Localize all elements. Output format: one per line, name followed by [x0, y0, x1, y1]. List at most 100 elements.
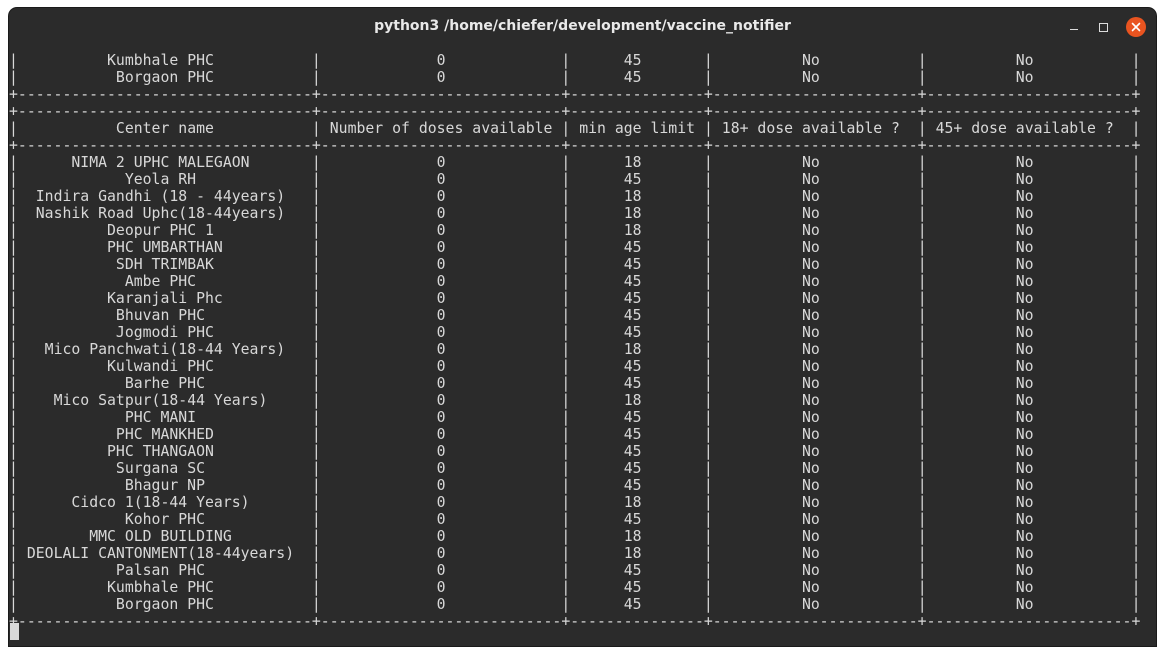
table-cell: 18: [623, 494, 642, 511]
table-cell: Borgaon PHC: [115, 69, 214, 86]
table-cell: No: [801, 52, 820, 69]
table-cell: No: [801, 392, 820, 409]
table-cell: 0: [436, 52, 446, 69]
table-cell: No: [801, 256, 820, 273]
table-cell: No: [801, 154, 820, 171]
table-cell: DEOLALI CANTONMENT(18-44years): [26, 545, 295, 562]
table-cell: 45: [623, 358, 642, 375]
table-cell: 0: [436, 562, 446, 579]
table-cell: PHC THANGAON: [107, 443, 214, 460]
table-cell: No: [1015, 426, 1034, 443]
table-cell: 0: [436, 188, 446, 205]
window-title: python3 /home/chiefer/development/vaccin…: [374, 18, 791, 34]
table-cell: No: [801, 494, 820, 511]
table-cell: 45: [623, 171, 642, 188]
table-cell: No: [801, 460, 820, 477]
title-bar[interactable]: python3 /home/chiefer/development/vaccin…: [9, 8, 1156, 46]
table-row: | Cidco 1(18-44 Years) | 0 | 18 | No | N…: [9, 494, 1141, 511]
minimize-button[interactable]: [1064, 17, 1084, 37]
table-cell: Barhe PHC: [124, 375, 206, 392]
table-cell: 0: [436, 154, 446, 171]
table-cell: 45: [623, 375, 642, 392]
table-row: | Mico Satpur(18-44 Years) | 0 | 18 | No…: [9, 392, 1141, 409]
table-row: | Kohor PHC | 0 | 45 | No | No |: [9, 511, 1141, 528]
table-cell: No: [1015, 596, 1034, 613]
table-cell: No: [801, 426, 820, 443]
table-cell: 0: [436, 358, 446, 375]
table-cell: Mico Satpur(18-44 Years): [53, 392, 268, 409]
table-cell: 45: [623, 477, 642, 494]
table-cell: Kumbhale PHC: [107, 579, 214, 596]
table-cell: 45: [623, 256, 642, 273]
table-row: | Kulwandi PHC | 0 | 45 | No | No |: [9, 358, 1141, 375]
table-cell: No: [1015, 154, 1034, 171]
table-cell: No: [801, 290, 820, 307]
table-cell: 45: [623, 273, 642, 290]
text-cursor: [10, 623, 19, 640]
table-cell: PHC MANKHED: [115, 426, 214, 443]
maximize-button[interactable]: [1093, 17, 1113, 37]
table-cell: 0: [436, 273, 446, 290]
terminal-window: python3 /home/chiefer/development/vaccin…: [9, 8, 1156, 646]
table-cell: 0: [436, 443, 446, 460]
table-row: | Mico Panchwati(18-44 Years) | 0 | 18 |…: [9, 341, 1141, 358]
table-cell: 0: [436, 511, 446, 528]
table-cell: Yeola RH: [124, 171, 197, 188]
table-cell: Nashik Road Uphc(18-44years): [35, 205, 286, 222]
table-cell: 0: [436, 290, 446, 307]
table-header-row: | Center name | Number of doses availabl…: [9, 120, 1141, 137]
table-cell: No: [1015, 375, 1034, 392]
table-cell: 0: [436, 205, 446, 222]
table-cell: Kumbhale PHC: [107, 52, 214, 69]
table-cell: Jogmodi PHC: [115, 324, 214, 341]
table-cell: 0: [436, 171, 446, 188]
table-cell: No: [801, 511, 820, 528]
table-cell: No: [1015, 52, 1034, 69]
table-cell: No: [1015, 307, 1034, 324]
table-border: +---------------------------------+-----…: [9, 137, 1141, 154]
table-cell: 45: [623, 443, 642, 460]
table-cell: No: [801, 477, 820, 494]
table-cell: Deopur PHC 1: [107, 222, 214, 239]
table-cell: No: [1015, 562, 1034, 579]
table-row: | Nashik Road Uphc(18-44years) | 0 | 18 …: [9, 205, 1141, 222]
table-cell: 0: [436, 579, 446, 596]
table-cell: No: [1015, 528, 1034, 545]
table-cell: No: [801, 596, 820, 613]
terminal-output[interactable]: | Kumbhale PHC | 0 | 45 | No | No | | Bor…: [9, 45, 1156, 646]
table-cell: 45: [623, 511, 642, 528]
table-row: | Kumbhale PHC | 0 | 45 | No | No |: [9, 579, 1141, 596]
table-row: | Kumbhale PHC | 0 | 45 | No | No |: [9, 52, 1141, 69]
table-cell: No: [801, 205, 820, 222]
table-cell: 45: [623, 52, 642, 69]
table-cell: 18: [623, 545, 642, 562]
table-cell: No: [1015, 222, 1034, 239]
table-row: | Bhuvan PHC | 0 | 45 | No | No |: [9, 307, 1141, 324]
table-row: | MMC OLD BUILDING | 0 | 18 | No | No |: [9, 528, 1141, 545]
table-cell: MMC OLD BUILDING: [89, 528, 232, 545]
table-row: | PHC MANKHED | 0 | 45 | No | No |: [9, 426, 1141, 443]
table-output: | Kumbhale PHC | 0 | 45 | No | No | | Bor…: [9, 52, 1141, 630]
table-cell: 0: [436, 528, 446, 545]
table-cell: No: [1015, 545, 1034, 562]
minimize-icon: [1070, 28, 1078, 31]
table-cell: No: [801, 358, 820, 375]
table-cell: 45: [623, 290, 642, 307]
table-cell: No: [1015, 273, 1034, 290]
table-cell: Mico Panchwati(18-44 Years): [44, 341, 286, 358]
table-row: | PHC UMBARTHAN | 0 | 45 | No | No |: [9, 239, 1141, 256]
table-cell: No: [1015, 324, 1034, 341]
table-cell: No: [801, 69, 820, 86]
table-cell: No: [1015, 69, 1034, 86]
table-row: | PHC THANGAON | 0 | 45 | No | No |: [9, 443, 1141, 460]
table-cell: No: [1015, 443, 1034, 460]
table-row: | PHC MANI | 0 | 45 | No | No |: [9, 409, 1141, 426]
table-row: | Ambe PHC | 0 | 45 | No | No |: [9, 273, 1141, 290]
table-border: +---------------------------------+-----…: [9, 86, 1141, 103]
table-cell: No: [801, 375, 820, 392]
table-cell: 0: [436, 256, 446, 273]
close-button[interactable]: [1126, 17, 1146, 37]
table-cell: 45: [623, 562, 642, 579]
table-cell: 18: [623, 154, 642, 171]
table-row: | Palsan PHC | 0 | 45 | No | No |: [9, 562, 1141, 579]
